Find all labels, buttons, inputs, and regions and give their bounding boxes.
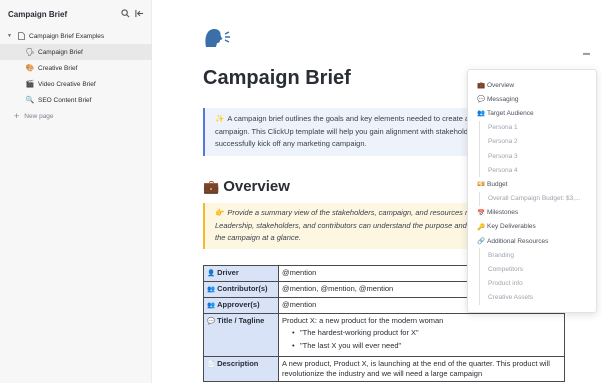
toc-item-messaging[interactable]: 💬 Messaging: [476, 92, 596, 106]
toc-item-budget[interactable]: 💴 Budget: [476, 177, 596, 191]
toc-item-label: Overall Campaign Budget: $3,...: [488, 195, 581, 203]
overview-heading: 💼 Overview: [203, 178, 290, 195]
person-icon: 👤: [207, 270, 216, 277]
page-tree: ▼ Campaign Brief Examples 🗣 Campaign Bri…: [0, 28, 152, 124]
speech-bubble-icon: 💬: [207, 318, 216, 325]
clapper-board-icon: 🎬: [25, 81, 35, 88]
toc-item-label: Messaging: [487, 95, 519, 103]
list-item: "The hardest-working product for X": [292, 328, 561, 338]
title-label: Title / Tagline: [217, 316, 265, 325]
toc-item-overall-budget[interactable]: Overall Campaign Budget: $3,...: [479, 191, 596, 206]
chevron-down-icon[interactable]: ▼: [7, 33, 15, 39]
sidebar-header: Campaign Brief: [0, 0, 152, 28]
table-key-cell: 📄 Description: [203, 356, 279, 382]
briefcase-icon: 💼: [476, 82, 486, 90]
briefcase-icon: 💼: [203, 178, 220, 194]
collapse-sidebar-icon[interactable]: [135, 9, 144, 20]
table-row: 📄 Description A new product, Product X, i…: [203, 356, 565, 382]
toc-item-label: Target Audience: [487, 109, 534, 117]
search-icon[interactable]: [121, 8, 130, 20]
toc-item-label: Budget: [487, 180, 508, 188]
toc-item-label: Persona 4: [488, 166, 518, 174]
toc-item-additional-resources[interactable]: 🔗 Additional Resources: [476, 234, 596, 248]
sidebar-item-label: Creative Brief: [38, 64, 78, 72]
toc-item-label: Additional Resources: [487, 237, 549, 245]
sidebar: Campaign Brief ▼ Campaign Brief Examples…: [0, 0, 152, 383]
toc-item-label: Key Deliverables: [487, 223, 536, 231]
sidebar-item-seo-content-brief[interactable]: 🔍 SEO Content Brief: [0, 92, 152, 108]
sidebar-item-campaign-brief[interactable]: 🗣 Campaign Brief: [0, 44, 152, 60]
approvers-label: Approver(s): [217, 300, 260, 309]
table-of-contents: 💼 Overview 💬 Messaging 👥 Target Audience Pe…: [467, 69, 597, 313]
magnifier-icon: 🔍: [25, 97, 35, 104]
table-key-cell: 👥 Contributor(s): [203, 281, 279, 298]
toc-item-label: Creative Assets: [488, 294, 534, 302]
palette-icon: 🎨: [25, 65, 35, 72]
toc-item-persona-1[interactable]: Persona 1: [479, 120, 596, 135]
list-item: "The last X you will ever need": [292, 341, 561, 351]
tree-root-label: Campaign Brief Examples: [29, 32, 105, 40]
sparkle-icon: ✨: [215, 114, 225, 123]
sidebar-item-creative-brief[interactable]: 🎨 Creative Brief: [0, 60, 152, 76]
toc-item-label: Persona 1: [488, 124, 518, 132]
megaphone-icon: 🗣: [25, 49, 35, 56]
toc-item-label: Milestones: [487, 209, 519, 217]
sidebar-item-video-creative-brief[interactable]: 🎬 Video Creative Brief: [0, 76, 152, 92]
tagline-list: "The hardest-working product for X" "The…: [292, 328, 561, 351]
link-icon: 🔗: [476, 238, 486, 246]
toc-item-milestones[interactable]: 📅 Milestones: [476, 206, 596, 220]
toc-item-target-audience[interactable]: 👥 Target Audience: [476, 106, 596, 120]
pointing-hand-icon: 👉: [215, 208, 225, 217]
page-title: Campaign Brief: [203, 67, 351, 89]
people-icon: 👥: [476, 110, 486, 118]
people-icon: 👥: [207, 286, 216, 293]
toc-item-label: Competitors: [488, 266, 524, 274]
key-icon: 🔑: [476, 223, 486, 231]
table-key-cell: 👤 Driver: [203, 265, 279, 282]
toc-item-label: Persona 2: [488, 138, 518, 146]
toc-item-persona-4[interactable]: Persona 4: [479, 163, 596, 178]
money-icon: 💴: [476, 181, 486, 189]
toc-item-label: Product info: [488, 280, 523, 288]
toc-item-branding[interactable]: Branding: [479, 248, 596, 263]
plus-icon: +: [14, 111, 20, 121]
tree-root-item[interactable]: ▼ Campaign Brief Examples: [0, 28, 152, 44]
driver-label: Driver: [217, 268, 239, 277]
new-page-button[interactable]: + New page: [0, 108, 152, 124]
memo-icon: 📄: [207, 361, 216, 368]
calendar-icon: 📅: [476, 209, 486, 217]
toc-item-creative-assets[interactable]: Creative Assets: [479, 290, 596, 305]
document-icon: [15, 32, 27, 40]
toc-item-persona-2[interactable]: Persona 2: [479, 134, 596, 149]
description-label: Description: [217, 359, 259, 368]
toc-item-label: Persona 3: [488, 152, 518, 160]
toc-item-label: Branding: [488, 251, 515, 259]
overview-heading-text: Overview: [223, 178, 290, 195]
sidebar-item-label: Video Creative Brief: [38, 80, 96, 88]
toc-item-product-info[interactable]: Product info: [479, 276, 596, 291]
contributors-label: Contributor(s): [217, 284, 268, 293]
sidebar-item-label: Campaign Brief: [38, 48, 83, 56]
toc-item-competitors[interactable]: Competitors: [479, 262, 596, 277]
table-key-cell: 💬 Title / Tagline: [203, 313, 279, 357]
toc-item-key-deliverables[interactable]: 🔑 Key Deliverables: [476, 220, 596, 234]
new-page-label: New page: [24, 112, 54, 120]
toc-item-overview[interactable]: 💼 Overview: [476, 78, 596, 92]
title-value: Product X: a new product for the modern …: [282, 316, 444, 325]
table-row: 💬 Title / Tagline Product X: a new produc…: [203, 313, 565, 357]
people-icon: 👥: [207, 302, 216, 309]
sidebar-item-label: SEO Content Brief: [38, 96, 92, 104]
table-key-cell: 👥 Approver(s): [203, 297, 279, 314]
description-value[interactable]: A new product, Product X, is launching a…: [278, 356, 565, 382]
comment-icon[interactable]: ▬: [583, 50, 590, 57]
speaking-head-icon[interactable]: [203, 26, 233, 50]
title-value-cell[interactable]: Product X: a new product for the modern …: [278, 313, 565, 357]
speech-bubble-icon: 💬: [476, 96, 486, 104]
intro-callout-text: A campaign brief outlines the goals and …: [215, 114, 507, 148]
toc-item-persona-3[interactable]: Persona 3: [479, 148, 596, 164]
toc-item-label: Overview: [487, 81, 515, 89]
sidebar-title: Campaign Brief: [8, 9, 68, 19]
